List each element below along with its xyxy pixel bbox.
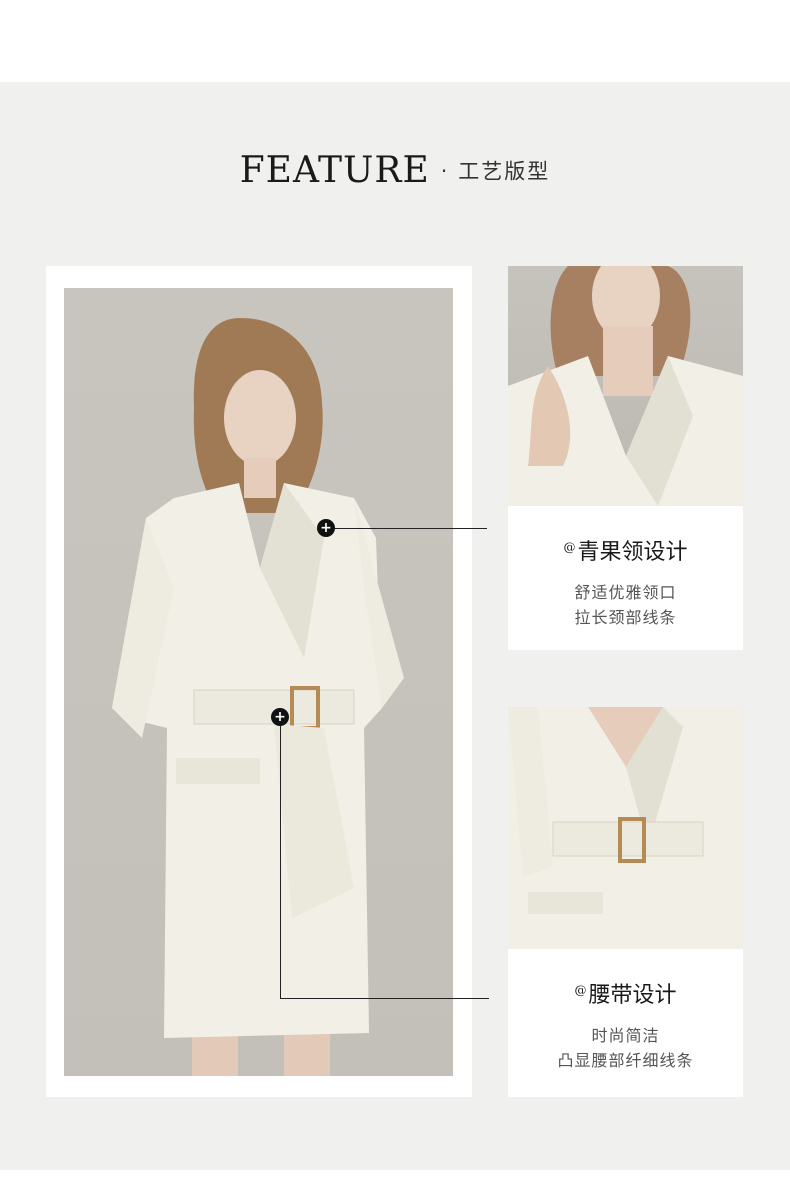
at-symbol: @ bbox=[574, 982, 587, 997]
collar-illustration bbox=[508, 266, 743, 506]
collar-desc-line: 舒适优雅领口 bbox=[574, 583, 677, 602]
belt-detail-photo bbox=[508, 707, 743, 949]
belt-callout-vertical-line bbox=[280, 717, 281, 998]
collar-detail-photo bbox=[508, 266, 743, 506]
collar-callout-line bbox=[334, 528, 487, 529]
at-symbol: @ bbox=[563, 539, 576, 554]
belt-desc-line: 凸显腰部纤细线条 bbox=[557, 1051, 694, 1070]
belt-feature-card: @腰带设计 时尚简洁 凸显腰部纤细线条 bbox=[508, 949, 743, 1097]
belt-callout-line bbox=[280, 998, 489, 999]
collar-marker-icon[interactable]: + bbox=[317, 519, 335, 537]
main-photo-card bbox=[46, 266, 472, 1097]
feature-heading: FEATURE bbox=[239, 150, 430, 191]
belt-desc-line: 时尚简洁 bbox=[591, 1026, 660, 1045]
belt-marker-icon[interactable]: + bbox=[271, 708, 289, 726]
collar-feature-card: @青果领设计 舒适优雅领口 拉长颈部线条 bbox=[508, 506, 743, 650]
main-model-photo bbox=[64, 288, 453, 1076]
belt-feature-title: @腰带设计 bbox=[508, 977, 743, 1009]
collar-title-text: 青果领设计 bbox=[577, 540, 688, 565]
belt-illustration bbox=[508, 707, 743, 949]
section-header: FEATURE · 工艺版型 bbox=[0, 150, 790, 191]
collar-desc-line: 拉长颈部线条 bbox=[574, 608, 677, 627]
model-illustration bbox=[112, 318, 404, 1076]
belt-title-text: 腰带设计 bbox=[588, 983, 677, 1008]
collar-feature-title: @青果领设计 bbox=[508, 534, 743, 566]
heading-separator: · bbox=[440, 158, 448, 183]
heading-subtitle: 工艺版型 bbox=[458, 159, 551, 184]
